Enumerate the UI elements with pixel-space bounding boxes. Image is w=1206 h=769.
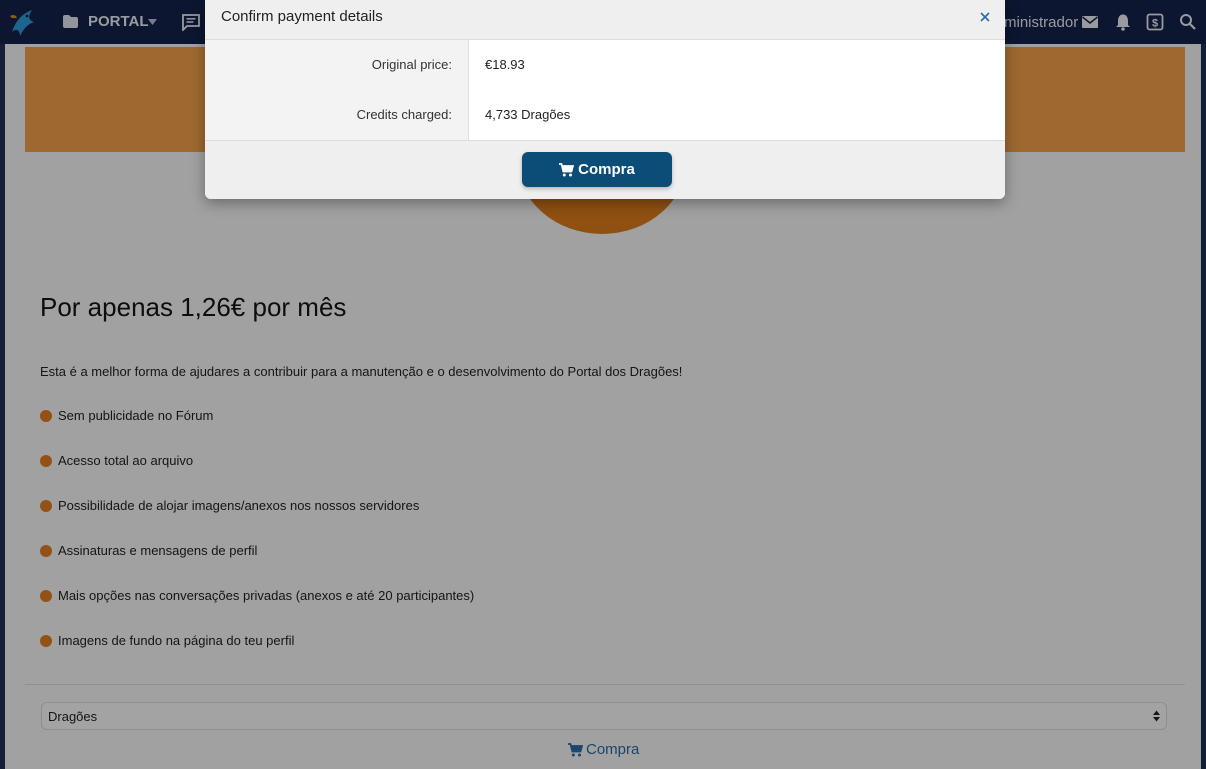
purchase-button-label: Compra	[578, 161, 635, 178]
cart-icon	[559, 162, 575, 176]
credits-charged-label: Credits charged:	[356, 107, 452, 122]
dialog-footer: Compra	[205, 140, 1005, 199]
purchase-button[interactable]: Compra	[522, 152, 672, 187]
credits-charged-value: 4,733 Dragões	[485, 107, 571, 122]
original-price-label: Original price:	[371, 57, 452, 72]
close-icon[interactable]	[975, 7, 995, 27]
dialog-body: Original price: Credits charged: €18.93 …	[205, 40, 1005, 140]
dialog-header: Confirm payment details	[205, 0, 1005, 40]
dialog-title: Confirm payment details	[221, 8, 383, 25]
original-price-value: €18.93	[485, 57, 525, 72]
confirm-payment-dialog: Confirm payment details Original price: …	[205, 0, 1005, 199]
dialog-label-column: Original price: Credits charged:	[205, 40, 469, 140]
